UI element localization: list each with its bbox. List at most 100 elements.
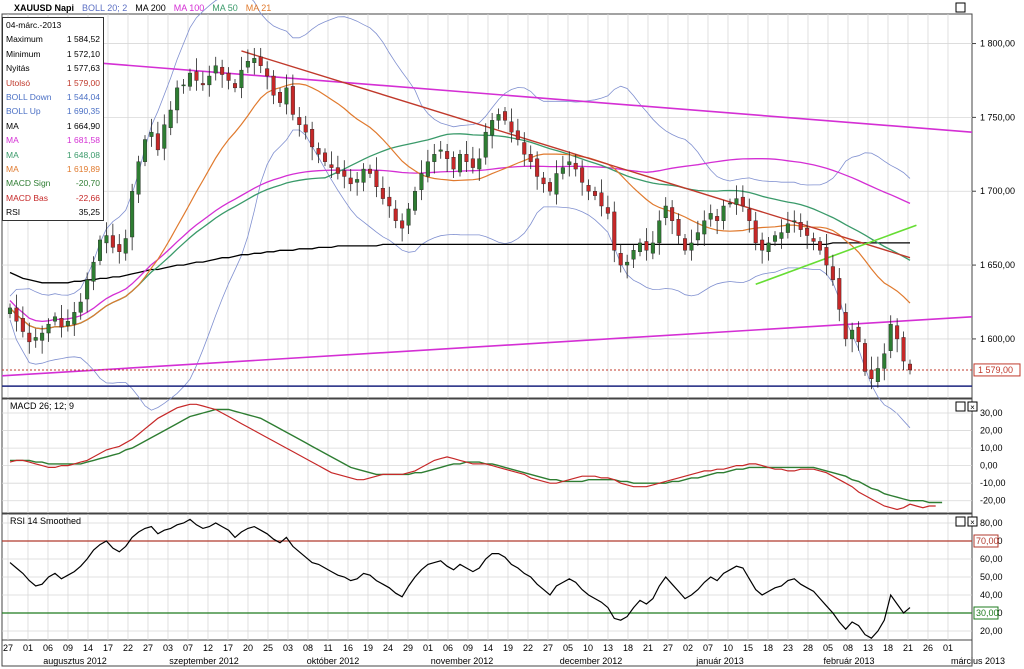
indicator-boll[interactable]: BOLL 20; 2 xyxy=(82,3,127,13)
x-tick-label: 05 xyxy=(563,643,573,653)
rsi-level-70-label: 70,00 xyxy=(976,536,999,546)
y-tick-label: 1 700,00 xyxy=(980,186,1015,196)
last-price-label: 1 579,00 xyxy=(978,365,1013,375)
macd-maximize-button[interactable] xyxy=(955,401,966,412)
x-tick-label: 22 xyxy=(523,643,533,653)
candle-body xyxy=(618,253,623,266)
candle-body xyxy=(515,130,520,140)
candle-body xyxy=(573,162,578,170)
info-value: -22,66 xyxy=(75,192,100,203)
candle-body xyxy=(798,222,803,230)
candle-body xyxy=(830,266,835,281)
candle-body xyxy=(580,167,585,183)
rsi-level-30-label: 30,00 xyxy=(976,608,999,618)
x-tick-label: 03 xyxy=(163,643,173,653)
candle-body xyxy=(586,185,591,192)
candle-body xyxy=(644,241,649,251)
candle-body xyxy=(220,66,225,75)
y-tick-label: 1 650,00 xyxy=(980,260,1015,270)
info-date: 04-márc.-2013 xyxy=(6,20,62,30)
candle-body xyxy=(695,232,700,241)
candle-body xyxy=(104,235,109,244)
candle-body xyxy=(142,139,147,162)
x-tick-label: 01 xyxy=(423,643,433,653)
candle-body xyxy=(181,84,186,87)
candle-body xyxy=(503,111,508,121)
macd-title: MACD 26; 12; 9 xyxy=(10,401,74,411)
info-value: 1 584,52 xyxy=(66,34,100,45)
candle-body xyxy=(419,173,424,190)
macd-y-tick-label: 20,00 xyxy=(980,426,1003,436)
candle-body xyxy=(811,238,816,242)
info-label: MACD Sign xyxy=(6,178,51,189)
indicator-ma21[interactable]: MA 21 xyxy=(246,3,272,13)
x-tick-label: 27 xyxy=(3,643,13,653)
rsi-y-tick-label: 60,00 xyxy=(980,554,1003,564)
candle-body xyxy=(593,191,598,196)
candle-body xyxy=(406,208,411,226)
candle-body xyxy=(715,216,720,221)
x-tick-label: 05 xyxy=(823,643,833,653)
indicator-ma50[interactable]: MA 50 xyxy=(212,3,238,13)
candle-body xyxy=(72,312,77,325)
candle-body xyxy=(232,83,237,89)
x-tick-label: 01 xyxy=(23,643,33,653)
x-tick-label: 18 xyxy=(883,643,893,653)
candle-body xyxy=(631,250,636,260)
symbol-label[interactable]: XAUUSD Napi xyxy=(14,3,74,13)
info-label: MA xyxy=(6,135,19,146)
candle-body xyxy=(207,75,212,86)
candle-body xyxy=(252,58,257,63)
x-tick-label: 12 xyxy=(203,643,213,653)
candle-body xyxy=(27,332,32,343)
maximize-button[interactable] xyxy=(955,2,966,13)
x-tick-label: 09 xyxy=(63,643,73,653)
info-label: RSI xyxy=(6,207,21,218)
rsi-y-tick-label: 80,00 xyxy=(980,518,1003,528)
stock-chart[interactable]: 27 01 06 09 14 17 22 27 03 07 12 17 20 25 03 08 11 16 19 24… xyxy=(0,0,1024,667)
info-value: 35,25 xyxy=(78,207,100,218)
candle-body xyxy=(46,323,51,334)
info-row: Nyitás 1 577,63 xyxy=(3,61,103,75)
info-label: BOLL Up xyxy=(6,106,41,117)
candle-body xyxy=(470,158,475,168)
candle-body xyxy=(850,329,855,340)
candle-body xyxy=(483,131,488,158)
rsi-y-tick-label: 50,00 xyxy=(980,572,1003,582)
indicator-ma100[interactable]: MA 100 xyxy=(174,3,205,13)
candle-body xyxy=(837,278,842,310)
info-value: 1 664,90 xyxy=(66,120,100,131)
candle-body xyxy=(297,117,302,125)
x-tick-label: 24 xyxy=(383,643,393,653)
candle-body xyxy=(175,87,180,111)
candle-body xyxy=(657,220,662,244)
candle-body xyxy=(496,114,501,121)
chart-svg[interactable]: 27 01 06 09 14 17 22 27 03 07 12 17 20 25 03 08 11 16 19 24… xyxy=(0,0,1024,667)
candle-body xyxy=(535,158,540,177)
candle-body xyxy=(824,247,829,266)
candle-body xyxy=(548,182,553,192)
candle-body xyxy=(689,242,694,251)
x-tick-label: 08 xyxy=(303,643,313,653)
rsi-title: RSI 14 Smoothed xyxy=(10,516,81,526)
indicator-ma200[interactable]: MA 200 xyxy=(135,3,166,13)
candle-body xyxy=(528,154,533,162)
candle-body xyxy=(740,196,745,207)
candle-body xyxy=(97,239,102,261)
month-label: november 2012 xyxy=(431,656,494,666)
info-row: Utolsó 1 579,00 xyxy=(3,76,103,90)
candle-body xyxy=(875,368,880,382)
candle-body xyxy=(162,124,167,149)
info-row: MA 1 619,89 xyxy=(3,162,103,176)
candle-body xyxy=(477,158,482,170)
candle-body xyxy=(213,65,218,74)
candle-body xyxy=(638,242,643,252)
candle-body xyxy=(258,56,263,66)
rsi-maximize-button[interactable] xyxy=(955,516,966,527)
candle-body xyxy=(605,207,610,214)
x-tick-label: 19 xyxy=(503,643,513,653)
x-tick-label: 09 xyxy=(463,643,473,653)
candle-body xyxy=(663,205,668,219)
month-label: augusztus 2012 xyxy=(43,656,107,666)
x-tick-label: 03 xyxy=(283,643,293,653)
